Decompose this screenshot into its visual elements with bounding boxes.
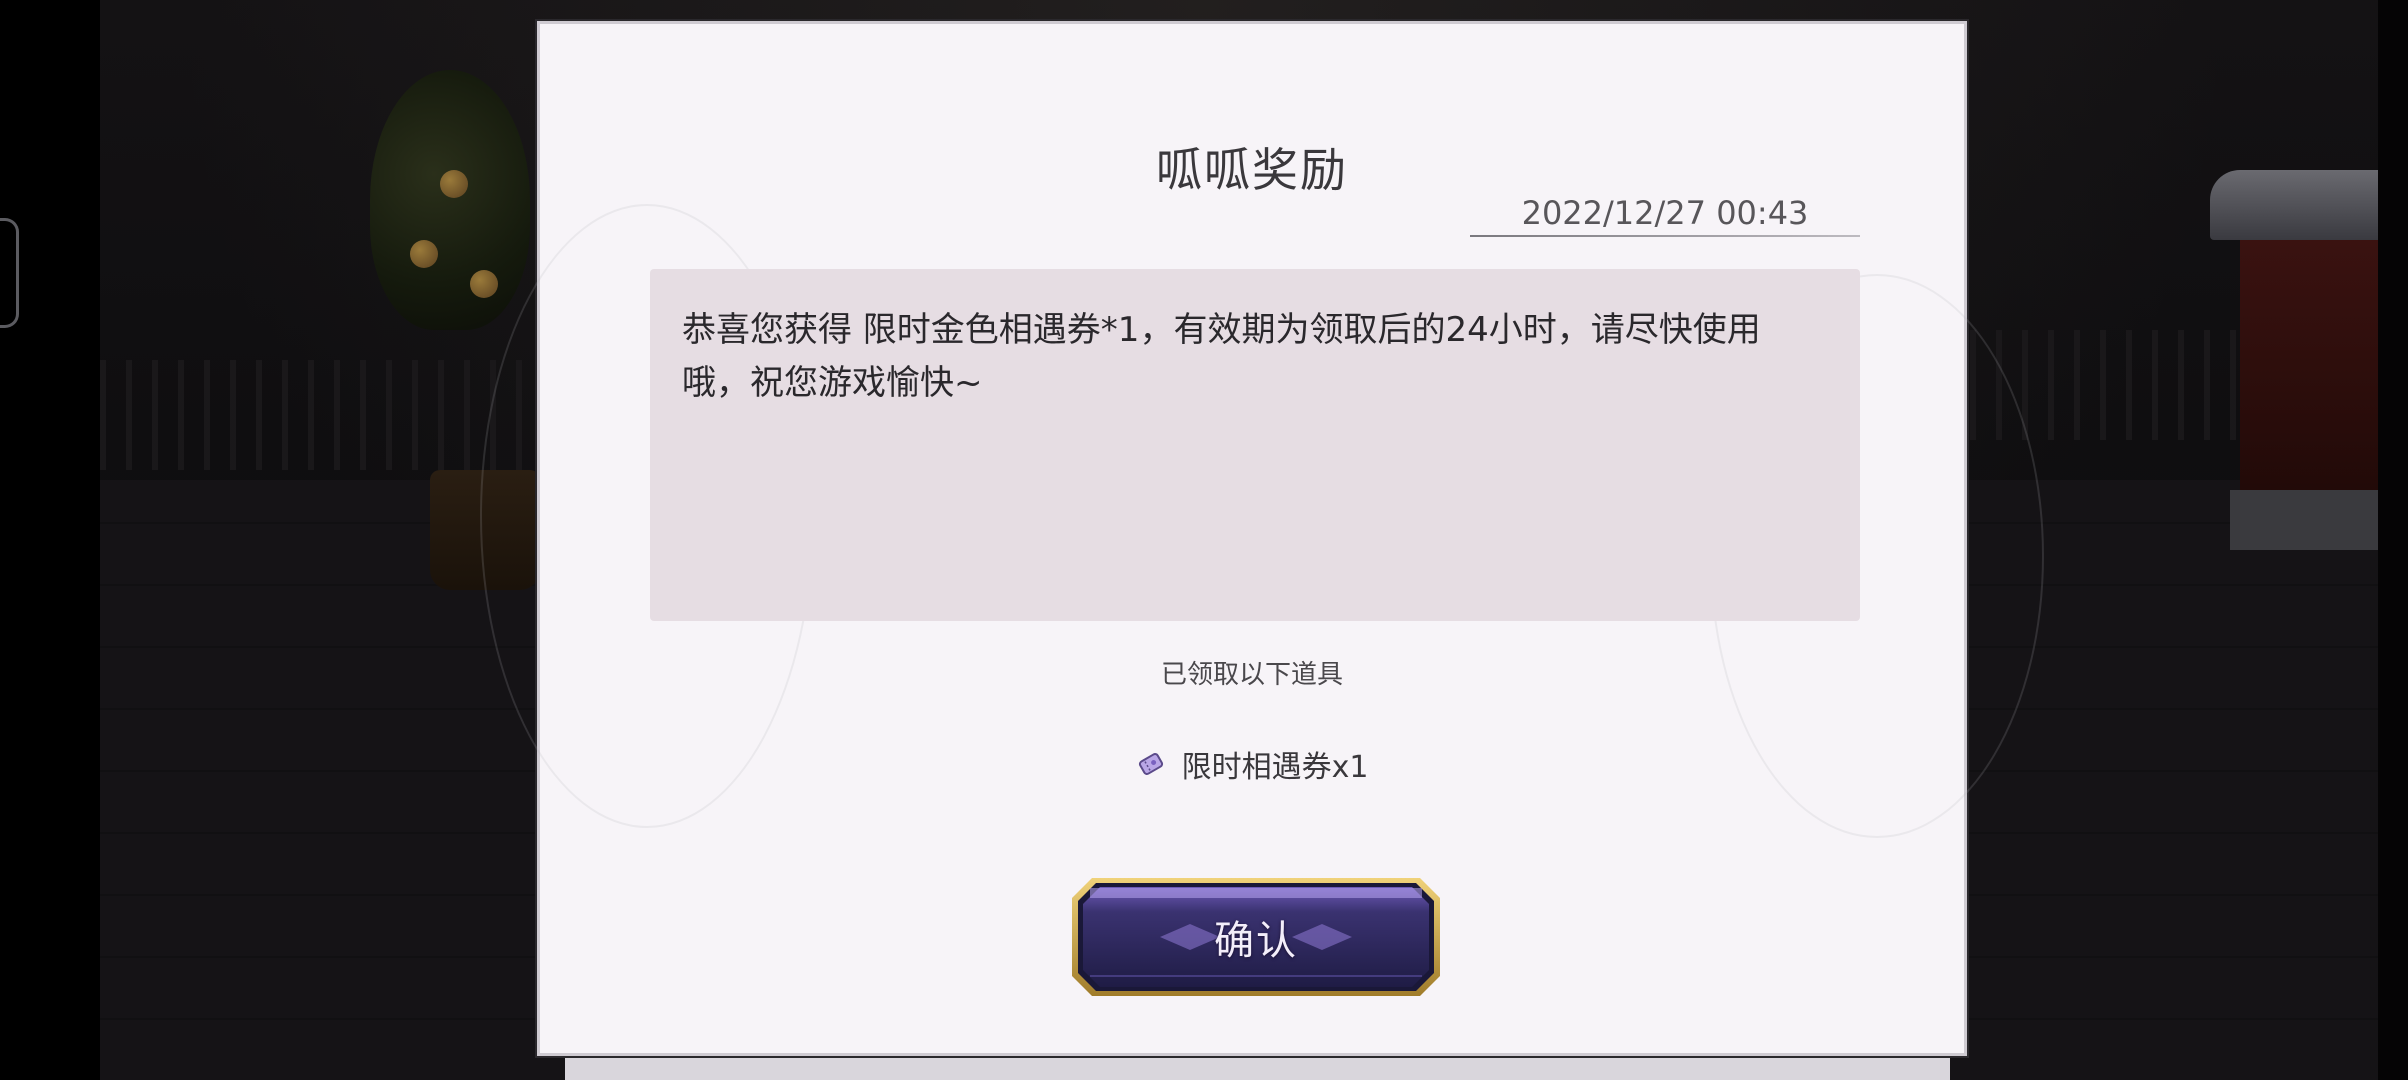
message-box: 恭喜您获得 限时金色相遇券*1，有效期为领取后的24小时，请尽快使用哦，祝您游戏… <box>650 269 1860 621</box>
reward-dialog: 呱呱奖励 2022/12/27 00:43 恭喜您获得 限时金色相遇券*1，有效… <box>480 21 2044 1056</box>
ticket-icon <box>1138 753 1163 775</box>
received-items-label: 已领取以下道具 <box>1160 660 1343 690</box>
confirm-button[interactable]: 确认 <box>1070 876 1442 998</box>
screen-right-edge <box>2378 0 2408 1080</box>
mail-date: 2022/12/27 00:43 <box>1521 194 1809 232</box>
date-underline <box>1470 235 1860 237</box>
reward-item-label: 限时相遇券x1 <box>1181 750 1369 785</box>
dialog-title: 呱呱奖励 <box>1156 143 1348 197</box>
reward-item: 限时相遇券x1 <box>540 742 1964 786</box>
confirm-button-label: 确认 <box>1214 918 1298 964</box>
side-drawer-handle[interactable] <box>0 218 19 328</box>
message-text: 恭喜您获得 限时金色相遇券*1，有效期为领取后的24小时，请尽快使用哦，祝您游戏… <box>682 310 1761 403</box>
screen-left-edge <box>0 0 100 1080</box>
